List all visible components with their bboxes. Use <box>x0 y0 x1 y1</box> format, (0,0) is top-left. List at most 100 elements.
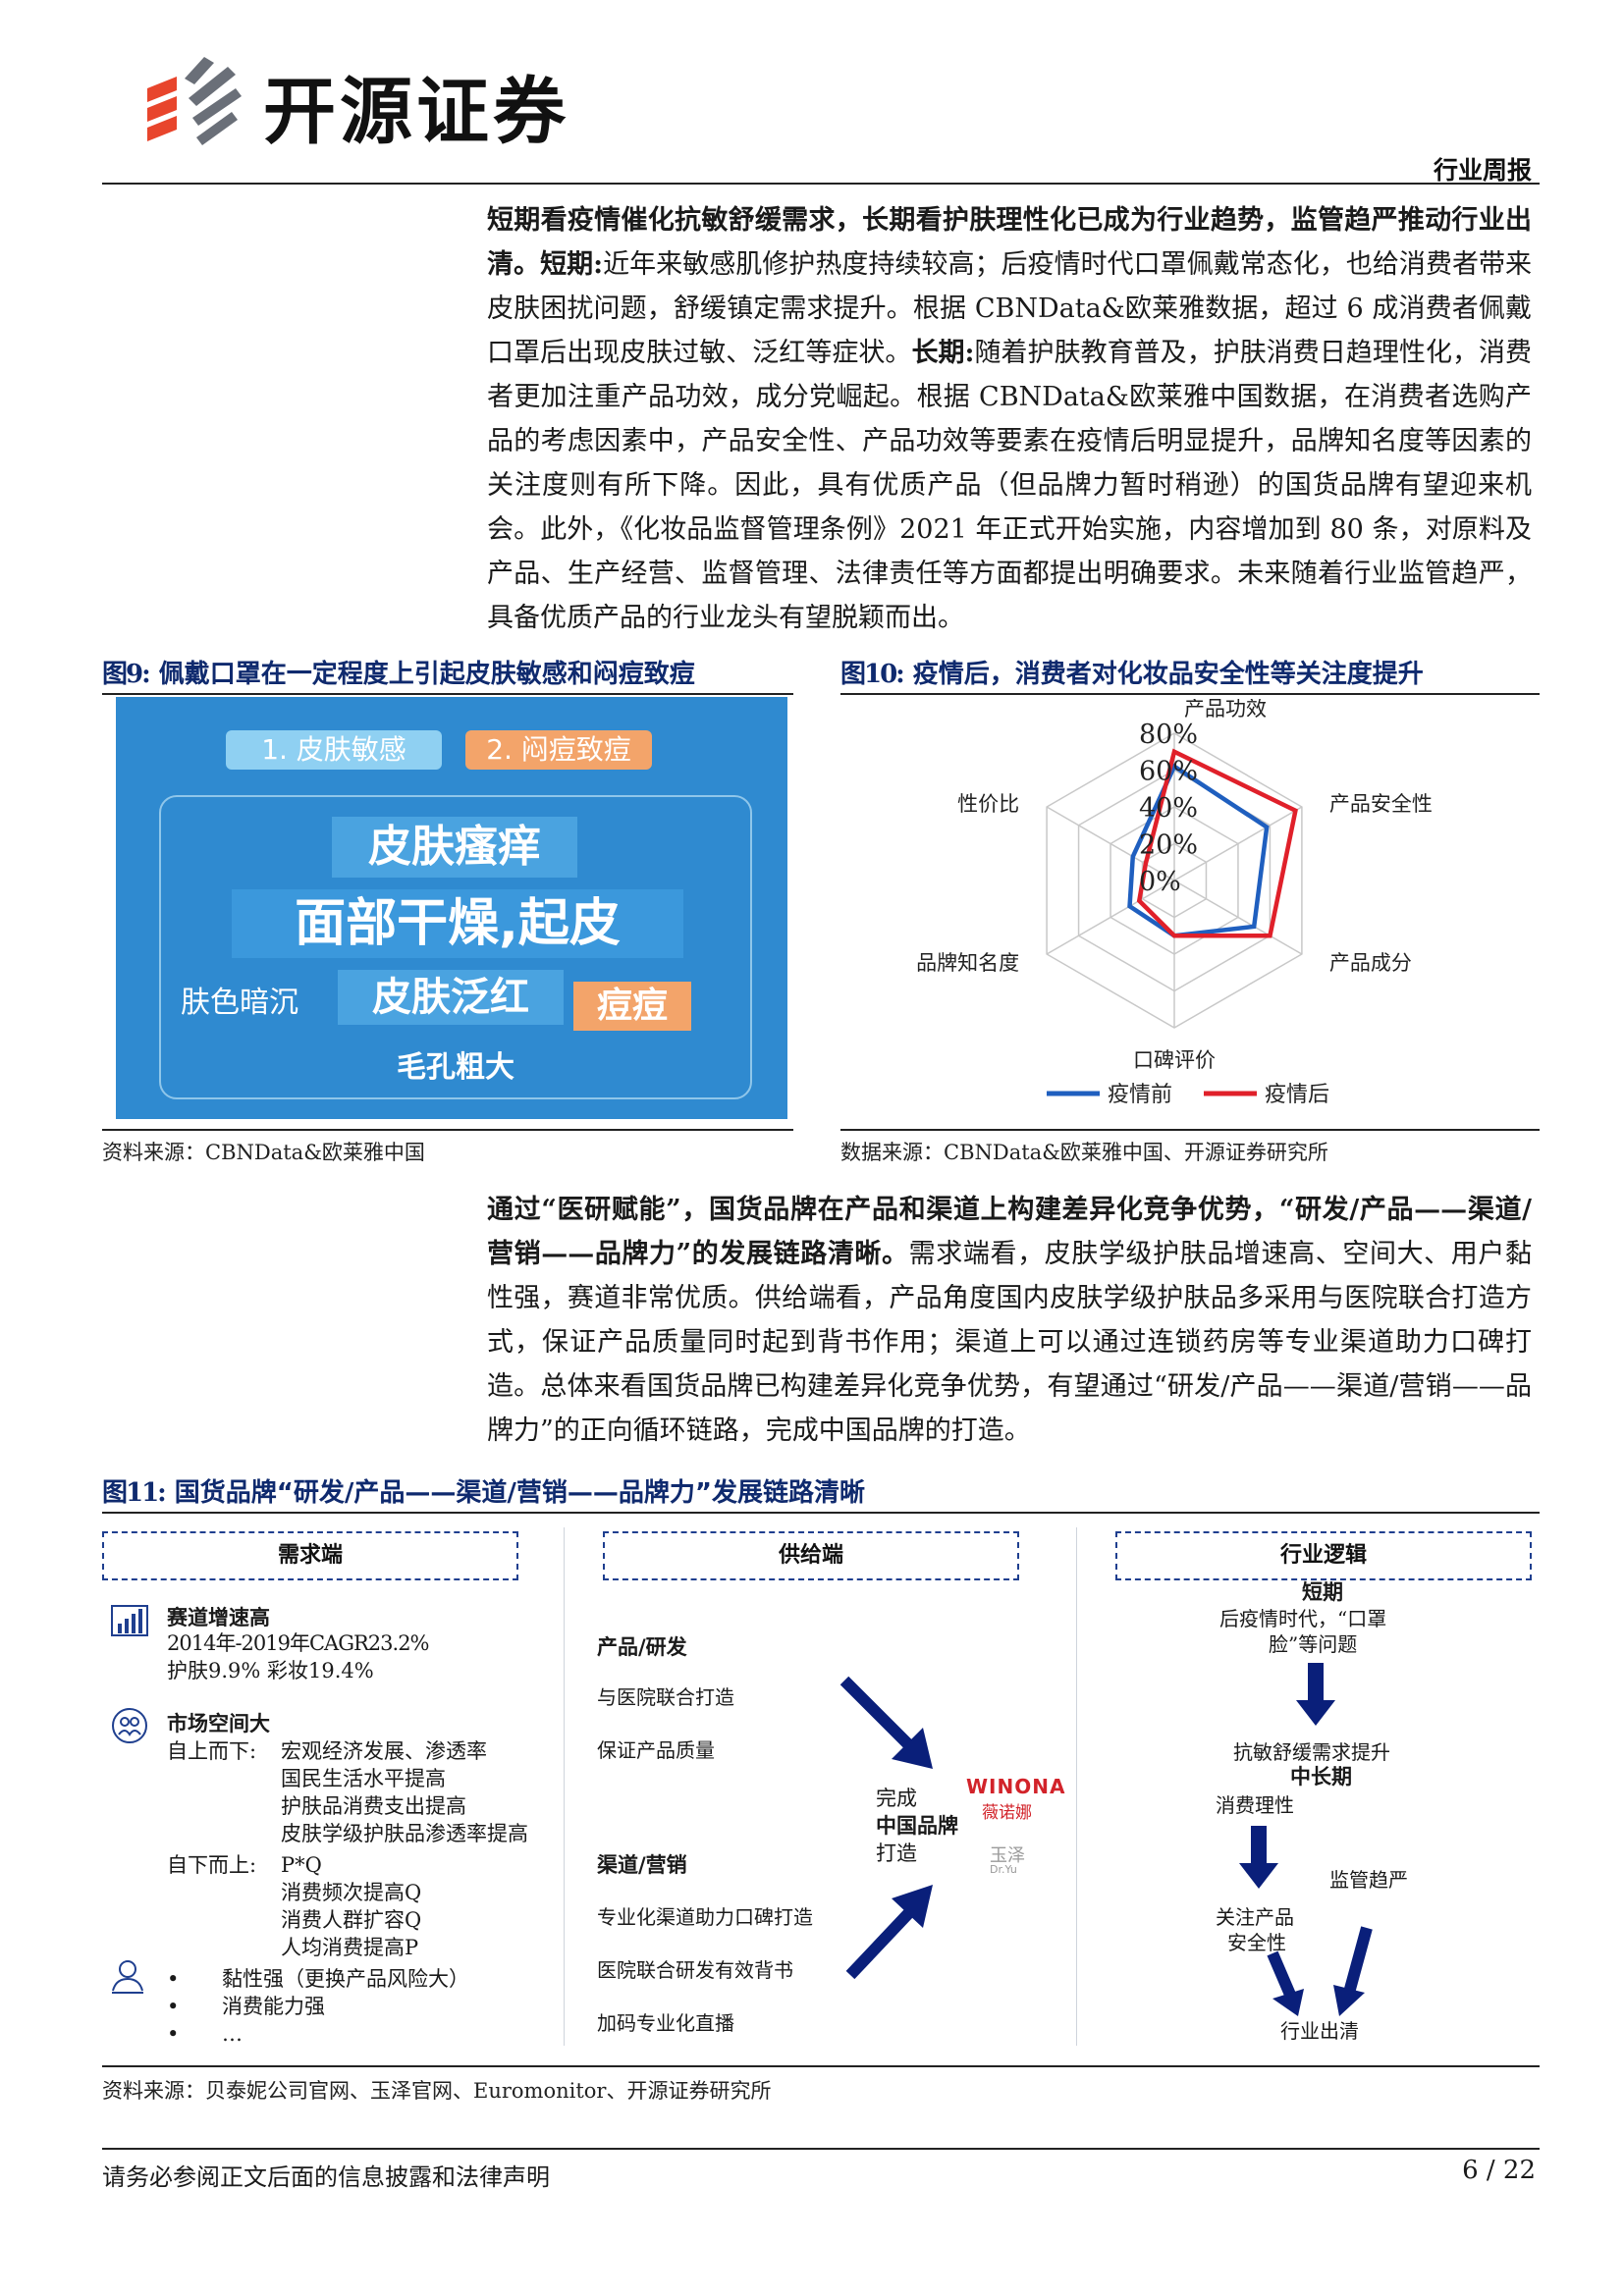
fig11-title-text: 国货品牌“研发/产品——渠道/营销——品牌力”发展链路清晰 <box>174 1478 865 1508</box>
fig11-divider-2 <box>1076 1527 1077 2046</box>
fig10-number: 图10: <box>840 660 905 689</box>
demand-growth-title: 赛道增速高 <box>167 1605 270 1629</box>
logic-short-title: 短期 <box>1302 1579 1343 1604</box>
fig9-bottom-rule <box>102 1129 793 1131</box>
demand-power: 消费能力强 <box>222 1995 325 2018</box>
short-term-label: 短期: <box>540 249 604 280</box>
footer-rule <box>102 2148 1540 2150</box>
fig11-title: 图11: 国货品牌“研发/产品——渠道/营销——品牌力”发展链路清晰 <box>102 1472 865 1509</box>
demand-bottomup-label: 自下而上: <box>167 1853 257 1877</box>
demand-bullet-dot-2: • <box>167 1995 180 2018</box>
fig11-header-supply: 供给端 <box>603 1531 1019 1580</box>
fig10-bottom-rule <box>840 1129 1540 1131</box>
radar-svg: 80% 60% 40% 20% 0% 产品功效产品安全性产品成分口碑评价 品牌知名度 性价比疫… <box>916 697 1433 1107</box>
section2-paragraph: 通过“医研赋能”，国货品牌在产品和渠道上构建差异化竞争优势，“研发/产品——渠道… <box>487 1188 1532 1453</box>
radar-legend-label: 疫情前 <box>1108 1083 1172 1107</box>
fig10-title: 图10: 疫情后，消费者对化妆品安全性等关注度提升 <box>840 654 1424 690</box>
logic-arrow-1-icon <box>1296 1663 1335 1732</box>
radar-category-label: 性价比 <box>957 792 1019 816</box>
fig11-header-demand: 需求端 <box>102 1531 518 1580</box>
fig10-radar-chart: 80% 60% 40% 20% 0% 产品功效产品安全性产品成分口碑评价 品牌知名度 性价比疫… <box>840 697 1540 1127</box>
fig11-number: 图11: <box>102 1478 167 1508</box>
demand-bottomup-1: P*Q <box>281 1853 322 1877</box>
logic-short-l2: 脸”等问题 <box>1269 1632 1358 1656</box>
demand-sticky: 黏性强（更换产品风险大） <box>222 1967 469 1991</box>
supply-channel-title: 渠道/营销 <box>597 1852 687 1877</box>
fig9-source: 资料来源：CBNData&欧莱雅中国 <box>102 1141 425 1164</box>
winona-logo-cn: 薇诺娜 <box>982 1803 1032 1823</box>
fig9-item-pimple: 痘痘 <box>573 982 691 1031</box>
demand-bottomup-4: 人均消费提高P <box>281 1936 419 1959</box>
fig9-title: 图9: 佩戴口罩在一定程度上引起皮肤敏感和闷痘致痘 <box>102 654 695 690</box>
logic-short-l1: 后疫情时代，“口罩 <box>1219 1607 1387 1630</box>
fig9-image: 1. 皮肤敏感 2. 闷痘致痘 皮肤瘙痒 面部干燥,起皮 肤色暗沉 皮肤泛红 痘… <box>116 697 787 1119</box>
fig9-number: 图9: <box>102 660 151 689</box>
fig9-item-red: 皮肤泛红 <box>338 970 564 1025</box>
logic-arrow-2-icon <box>1239 1826 1278 1895</box>
logic-regulation: 监管趋严 <box>1329 1868 1408 1892</box>
long-term-text: 随着护肤教育普及，护肤消费日趋理性化，消费者更加注重产品功效，成分党崛起。根据 … <box>487 338 1533 633</box>
supply-center-1: 完成 <box>876 1787 917 1810</box>
supply-channel-3: 加码专业化直播 <box>597 2011 734 2035</box>
demand-topdown-2: 国民生活水平提高 <box>281 1767 446 1790</box>
radar-legend-label: 疫情后 <box>1265 1083 1329 1107</box>
logic-mid-title: 中长期 <box>1290 1764 1352 1789</box>
fig11-divider-1 <box>564 1527 565 2046</box>
winona-logo: WINONA <box>966 1775 1066 1798</box>
fig10-title-text: 疫情后，消费者对化妆品安全性等关注度提升 <box>912 660 1424 689</box>
fig9-item-dry: 面部干燥,起皮 <box>232 889 683 958</box>
brand-name: 开源证券 <box>263 70 569 154</box>
page-number: 6 / 22 <box>1462 2156 1536 2185</box>
fig9-title-rule <box>102 693 793 695</box>
logic-rational: 消费理性 <box>1216 1793 1294 1817</box>
radar-tick-label: 0% <box>1139 867 1181 897</box>
demand-growth-split: 护肤9.9% 彩妆19.4% <box>167 1659 374 1682</box>
demand-bottomup-2: 消费频次提高Q <box>281 1881 422 1904</box>
logic-exit: 行业出清 <box>1280 2019 1359 2043</box>
radar-category-label: 产品安全性 <box>1329 792 1433 816</box>
supply-channel-1: 专业化渠道助力口碑打造 <box>597 1905 813 1929</box>
demand-topdown-label: 自上而下: <box>167 1739 257 1763</box>
demand-growth-cagr: 2014年-2019年CAGR23.2% <box>167 1631 430 1655</box>
supply-product-2: 保证产品质量 <box>597 1738 715 1762</box>
supply-arrow-down-icon <box>837 1673 945 1785</box>
bar-chart-icon <box>110 1602 149 1641</box>
fig9-item-dull: 肤色暗沉 <box>181 986 298 1020</box>
demand-topdown-3: 护肤品消费支出提高 <box>281 1794 466 1818</box>
radar-category-label: 产品功效 <box>1184 699 1267 721</box>
supply-center-3: 打造 <box>876 1842 917 1865</box>
supply-channel-2: 医院联合研发有效背书 <box>597 1958 793 1982</box>
radar-category-label: 口碑评价 <box>1133 1048 1216 1072</box>
supply-product-title: 产品/研发 <box>597 1634 687 1659</box>
fig9-tag-acne: 2. 闷痘致痘 <box>465 730 652 770</box>
people-circle-icon <box>110 1706 149 1749</box>
supply-product-1: 与医院联合打造 <box>597 1685 734 1709</box>
supply-arrow-up-icon <box>837 1875 945 1987</box>
demand-etc: … <box>222 2022 243 2046</box>
radar-category-label: 品牌知名度 <box>916 951 1019 975</box>
demand-space-title: 市场空间大 <box>167 1711 270 1735</box>
report-type: 行业周报 <box>1433 156 1532 185</box>
demand-topdown-1: 宏观经济发展、渗透率 <box>281 1739 487 1763</box>
fig9-item-pore: 毛孔粗大 <box>397 1050 514 1085</box>
fig10-source: 数据来源：CBNData&欧莱雅中国、开源证券研究所 <box>840 1141 1328 1164</box>
fig10-title-rule <box>840 693 1540 695</box>
footer-disclaimer: 请务必参阅正文后面的信息披露和法律声明 <box>102 2163 550 2191</box>
radar-tick-label: 40% <box>1139 793 1198 824</box>
supply-center-2: 中国品牌 <box>876 1813 958 1838</box>
demand-bullet-dot-3: • <box>167 2022 180 2046</box>
dryu-logo-en: Dr.Yu <box>990 1863 1017 1876</box>
section1-paragraph: 短期看疫情催化抗敏舒缓需求，长期看护肤理性化已成为行业趋势，监管趋严推动行业出清… <box>487 198 1532 640</box>
fig11-title-rule <box>102 1512 1540 1514</box>
radar-tick-label: 20% <box>1139 830 1198 861</box>
user-icon <box>108 1957 147 1999</box>
radar-tick-label: 60% <box>1139 757 1198 787</box>
fig9-item-itch: 皮肤瘙痒 <box>332 817 577 878</box>
demand-topdown-4: 皮肤学级护肤品渗透率提高 <box>281 1822 528 1845</box>
radar-tick-label: 80% <box>1139 720 1198 750</box>
demand-bullet-dot-1: • <box>167 1967 180 1991</box>
fig11-header-logic: 行业逻辑 <box>1115 1531 1532 1580</box>
logic-arrow-3-icon <box>1267 1949 1314 2022</box>
radar-category-label: 产品成分 <box>1329 951 1412 975</box>
brand-logo-icon <box>137 49 245 147</box>
